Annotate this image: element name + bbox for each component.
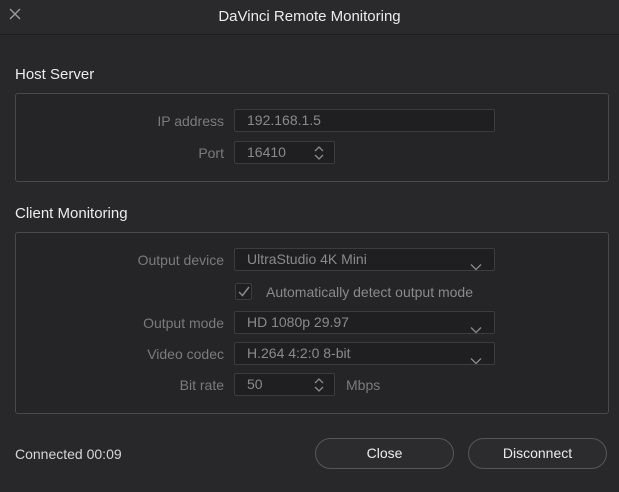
auto-detect-checkbox[interactable] (235, 283, 252, 300)
output-device-select[interactable]: UltraStudio 4K Mini (234, 248, 495, 271)
video-codec-value: H.264 4:2:0 8-bit (247, 345, 351, 361)
output-device-value: UltraStudio 4K Mini (247, 251, 367, 267)
ip-address-value: 192.168.1.5 (247, 112, 321, 128)
output-mode-select[interactable]: HD 1080p 29.97 (234, 311, 495, 334)
stepper-arrows-icon[interactable] (312, 144, 326, 162)
stepper-arrows-icon[interactable] (312, 376, 326, 394)
connection-status: Connected 00:09 (15, 446, 122, 462)
bit-rate-unit: Mbps (346, 377, 381, 393)
bit-rate-value: 50 (247, 376, 263, 392)
host-server-group: IP address 192.168.1.5 Port 16410 (15, 93, 609, 182)
client-monitoring-group: Output device UltraStudio 4K Mini Automa… (15, 232, 609, 414)
chevron-down-icon (470, 350, 482, 365)
bit-rate-stepper[interactable]: 50 (234, 373, 335, 396)
client-monitoring-heading: Client Monitoring (15, 205, 128, 222)
output-mode-label: Output mode (143, 315, 224, 331)
checkmark-icon (238, 286, 250, 297)
output-device-label: Output device (137, 252, 224, 268)
ip-address-label: IP address (157, 113, 224, 129)
title-bar: DaVinci Remote Monitoring (0, 0, 619, 35)
video-codec-label: Video codec (147, 346, 224, 362)
chevron-down-icon (470, 319, 482, 334)
ip-address-field[interactable]: 192.168.1.5 (234, 109, 495, 132)
bit-rate-label: Bit rate (179, 377, 224, 393)
port-value: 16410 (247, 144, 286, 160)
close-button[interactable]: Close (315, 438, 454, 469)
chevron-down-icon (470, 256, 482, 271)
port-label: Port (198, 145, 224, 161)
output-mode-value: HD 1080p 29.97 (247, 314, 349, 330)
host-server-heading: Host Server (15, 66, 95, 83)
disconnect-button[interactable]: Disconnect (468, 438, 607, 469)
video-codec-select[interactable]: H.264 4:2:0 8-bit (234, 342, 495, 365)
auto-detect-label[interactable]: Automatically detect output mode (266, 284, 473, 300)
window-title: DaVinci Remote Monitoring (218, 8, 401, 25)
port-stepper[interactable]: 16410 (234, 141, 335, 164)
